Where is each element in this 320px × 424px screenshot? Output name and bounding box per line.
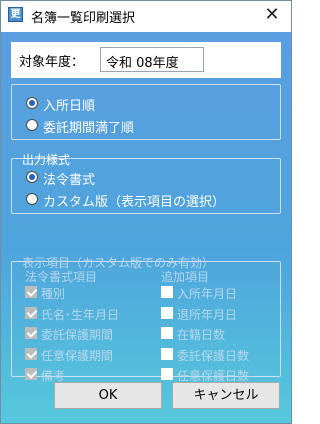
checkbox-label: 種別: [41, 287, 66, 301]
checkbox-label: 在籍日数: [177, 328, 226, 342]
checkbox-label: 任意保護期間: [41, 349, 114, 363]
checkbox-label: 委託保護日数: [177, 349, 250, 363]
checkbox[interactable]: [25, 327, 37, 339]
radio-button[interactable]: [26, 171, 38, 183]
output-format-legend: 出力様式: [22, 153, 71, 167]
radio-button[interactable]: [26, 97, 38, 109]
checkbox[interactable]: [161, 348, 173, 360]
checkbox[interactable]: [25, 368, 37, 380]
radio-button[interactable]: [26, 119, 38, 131]
legal-items-header: 法令書式項目: [25, 270, 98, 284]
dialog-body: 対象年度： 令和 08年度 入所日順 委託期間満了順 出力様式 法令書式 カスタ…: [1, 32, 291, 423]
checkbox[interactable]: [25, 286, 37, 298]
window-title: 名簿一覧印刷選択: [31, 11, 136, 26]
checkbox[interactable]: [161, 368, 173, 380]
radio-button[interactable]: [26, 193, 38, 205]
close-icon[interactable]: ✕: [259, 4, 285, 28]
year-label: 対象年度：: [19, 55, 85, 70]
title-bar[interactable]: 更 名簿一覧印刷選択 ✕: [1, 1, 291, 32]
radio-label: カスタム版（表示項目の選択）: [43, 195, 226, 210]
checkbox[interactable]: [161, 307, 173, 319]
checkbox[interactable]: [25, 307, 37, 319]
checkbox[interactable]: [161, 327, 173, 339]
checkbox-label: 退所年月日: [177, 308, 238, 322]
app-icon: 更: [8, 7, 23, 22]
cancel-button[interactable]: キャンセル: [172, 382, 280, 409]
additional-items-header: 追加項目: [161, 270, 210, 284]
ok-button[interactable]: OK: [54, 382, 162, 409]
checkbox[interactable]: [161, 286, 173, 298]
sort-order-group: 入所日順 委託期間満了順: [11, 84, 281, 140]
output-format-group: 出力様式 法令書式 カスタム版（表示項目の選択）: [11, 153, 281, 214]
checkbox-label: 入所年月日: [177, 287, 238, 301]
year-input[interactable]: 令和 08年度: [100, 47, 204, 72]
year-panel: 対象年度： 令和 08年度: [11, 42, 281, 78]
dialog-window: 更 名簿一覧印刷選択 ✕ 対象年度： 令和 08年度 入所日順 委託期間満了順 …: [0, 0, 292, 424]
checkbox[interactable]: [25, 348, 37, 360]
display-items-group: 表示項目（カスタム版でのみ有効） 法令書式項目 追加項目 種別 氏名･生年月日 …: [11, 256, 281, 383]
radio-label: 委託期間満了順: [43, 121, 135, 136]
radio-label: 法令書式: [43, 173, 96, 188]
radio-label: 入所日順: [43, 99, 96, 114]
checkbox-label: 委託保護期間: [41, 328, 114, 342]
checkbox-label: 氏名･生年月日: [41, 308, 120, 322]
